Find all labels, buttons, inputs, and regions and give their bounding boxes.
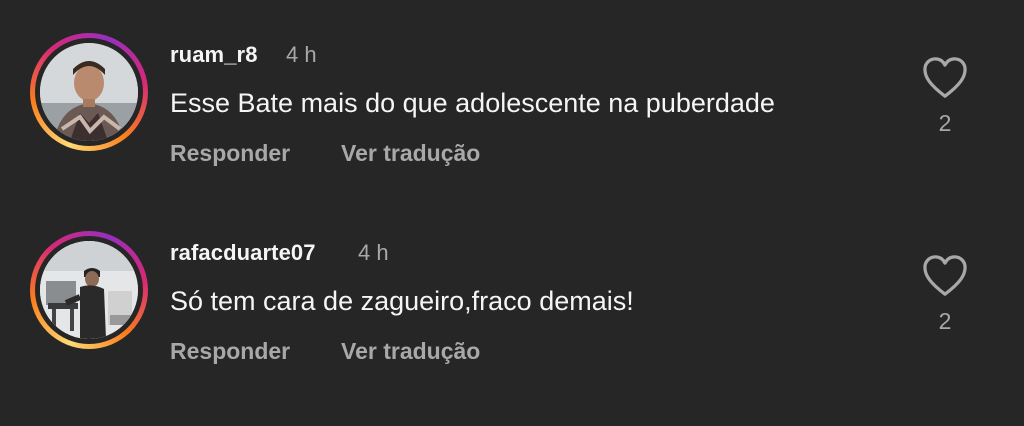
- heart-outline-icon: [923, 255, 967, 296]
- comment-text: Só tem cara de zagueiro,fraco demais!: [170, 286, 634, 316]
- like-count: 2: [938, 110, 952, 136]
- comment-item: rafacduarte07 4 h Só tem cara de zagueir…: [0, 226, 1024, 426]
- see-translation-button[interactable]: Ver tradução: [341, 338, 480, 365]
- avatar-story-ring[interactable]: [30, 231, 148, 349]
- like-button[interactable]: [922, 254, 968, 298]
- avatar-photo: [40, 43, 138, 141]
- timestamp: 4 h: [358, 240, 389, 265]
- like-button[interactable]: [922, 56, 968, 100]
- username[interactable]: rafacduarte07: [170, 240, 316, 266]
- comment-text: Esse Bate mais do que adolescente na pub…: [170, 88, 775, 118]
- avatar[interactable]: [40, 241, 138, 339]
- reply-button[interactable]: Responder: [170, 140, 290, 167]
- avatar-photo: [40, 241, 138, 339]
- reply-button[interactable]: Responder: [170, 338, 290, 365]
- see-translation-button[interactable]: Ver tradução: [341, 140, 480, 167]
- heart-outline-icon: [923, 57, 967, 98]
- avatar[interactable]: [40, 43, 138, 141]
- username[interactable]: ruam_r8: [170, 42, 258, 68]
- comment-item: ruam_r8 4 h Esse Bate mais do que adoles…: [0, 28, 1024, 228]
- timestamp: 4 h: [286, 42, 317, 67]
- like-count: 2: [938, 308, 952, 334]
- avatar-story-ring[interactable]: [30, 33, 148, 151]
